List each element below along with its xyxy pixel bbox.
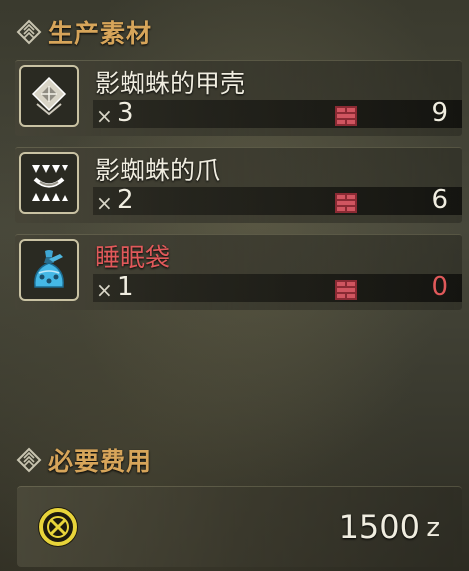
quantity-prefix: ×: [96, 278, 113, 302]
sleep-sac-icon: [19, 239, 79, 301]
owned-quantity: 0: [431, 272, 448, 302]
zenny-coin-icon: [38, 507, 78, 547]
materials-section-header: 生产素材: [16, 14, 152, 50]
material-row[interactable]: 影蜘蛛的甲壳 × 3 9: [15, 60, 462, 136]
quantity-bar: [93, 274, 462, 302]
required-quantity: 3: [117, 98, 134, 128]
material-name: 影蜘蛛的爪: [95, 156, 221, 185]
required-quantity: 2: [117, 185, 134, 215]
item-box-icon: [335, 106, 357, 126]
section-diamond-icon: [16, 19, 42, 45]
material-row[interactable]: 睡眠袋 × 1 0: [15, 234, 462, 310]
quantity-bar: [93, 187, 462, 215]
required-quantity: 1: [117, 272, 134, 302]
material-name: 睡眠袋: [95, 243, 171, 272]
material-name: 影蜘蛛的甲壳: [95, 69, 246, 98]
material-row[interactable]: 影蜘蛛的爪 × 2 6: [15, 147, 462, 223]
currency-symbol: z: [426, 513, 440, 543]
cost-panel: 1500 z: [17, 486, 462, 567]
cost-amount: 1500: [338, 508, 420, 546]
quantity-prefix: ×: [96, 191, 113, 215]
quantity-prefix: ×: [96, 104, 113, 128]
item-box-icon: [335, 280, 357, 300]
item-box-icon: [335, 193, 357, 213]
carapace-icon: [19, 65, 79, 127]
owned-quantity: 6: [431, 185, 448, 215]
materials-section-title: 生产素材: [48, 19, 153, 48]
quantity-bar: [93, 100, 462, 128]
owned-quantity: 9: [431, 98, 448, 128]
cost-section-title: 必要费用: [48, 447, 153, 476]
claw-icon: [19, 152, 79, 214]
cost-section-header: 必要费用: [16, 442, 152, 478]
section-diamond-icon: [16, 447, 42, 473]
